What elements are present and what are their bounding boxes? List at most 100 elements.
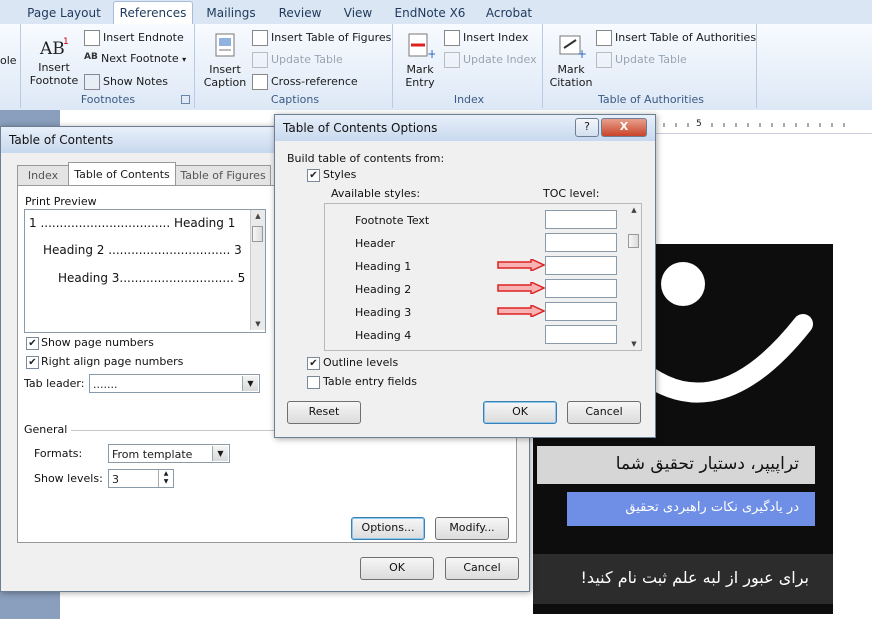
tab-page-layout[interactable]: Page Layout bbox=[22, 4, 106, 24]
chevron-down-icon[interactable]: ▼ bbox=[242, 376, 258, 391]
ribbon-group-cut: ole bbox=[0, 24, 21, 108]
banner-title: تراپیپر، دستیار تحقیق شما bbox=[615, 454, 799, 474]
scroll-thumb[interactable] bbox=[252, 226, 263, 242]
cross-reference-label: Cross-reference bbox=[271, 75, 358, 88]
tab-index[interactable]: Index bbox=[17, 165, 69, 186]
tab-review[interactable]: Review bbox=[273, 4, 327, 24]
insert-table-of-figures-button[interactable]: Insert Table of Figures bbox=[252, 30, 391, 46]
insert-footnote-label: Insert Footnote bbox=[29, 61, 79, 87]
toc-level-input[interactable] bbox=[545, 233, 617, 252]
dropdown-arrow-icon: ▾ bbox=[182, 55, 187, 64]
table-of-authorities-icon bbox=[596, 30, 612, 46]
insert-caption-button[interactable]: Insert Caption bbox=[202, 32, 248, 89]
captions-group-label: Captions bbox=[270, 93, 320, 106]
insert-endnote-button[interactable]: Insert Endnote bbox=[84, 30, 184, 46]
formats-select[interactable]: From template ▼ bbox=[108, 444, 230, 463]
tab-view[interactable]: View bbox=[338, 4, 378, 24]
scroll-down-icon[interactable]: ▼ bbox=[627, 338, 641, 350]
show-levels-spinner[interactable]: 3 ▲ ▼ bbox=[108, 469, 174, 488]
toc-level-input[interactable] bbox=[545, 279, 617, 298]
tab-table-of-figures[interactable]: Table of Figures bbox=[175, 165, 271, 186]
show-notes-button[interactable]: Show Notes bbox=[84, 74, 168, 90]
update-index-label: Update Index bbox=[463, 53, 537, 66]
dialog-launcher-icon[interactable] bbox=[181, 95, 190, 104]
insert-table-of-authorities-button[interactable]: Insert Table of Authorities bbox=[596, 30, 756, 46]
cross-reference-button[interactable]: Cross-reference bbox=[252, 74, 358, 90]
mark-entry-label: Mark Entry bbox=[405, 63, 435, 89]
mark-citation-icon: + bbox=[559, 35, 587, 61]
tab-references[interactable]: References bbox=[113, 1, 193, 25]
ribbon: ole AB 1 Insert Footnote Insert Endnote … bbox=[0, 24, 872, 111]
help-button[interactable]: ? bbox=[575, 118, 599, 137]
tab-mailings[interactable]: Mailings bbox=[200, 4, 262, 24]
styles-checkbox[interactable]: ✔ bbox=[307, 169, 320, 182]
ribbon-group-index: + Mark Entry Insert Index Update Index I… bbox=[396, 24, 543, 108]
banner-subtitle-box: در یادگیری نکات راهبردی تحقیق bbox=[567, 492, 815, 526]
red-arrow-icon bbox=[497, 259, 545, 271]
horizontal-ruler[interactable]: 5 bbox=[652, 117, 872, 134]
toc-level-input[interactable] bbox=[545, 256, 617, 275]
style-name: Header bbox=[355, 237, 396, 250]
show-page-numbers-checkbox[interactable]: ✔ bbox=[26, 337, 39, 350]
toc-ok-button[interactable]: OK bbox=[360, 557, 434, 580]
scroll-up-icon[interactable]: ▲ bbox=[627, 204, 641, 216]
tab-endnote[interactable]: EndNote X6 bbox=[392, 4, 468, 24]
mark-entry-button[interactable]: + Mark Entry bbox=[400, 32, 440, 89]
chevron-down-icon[interactable]: ▼ bbox=[212, 446, 228, 461]
tab-acrobat[interactable]: Acrobat bbox=[480, 4, 538, 24]
authorities-group-label: Table of Authorities bbox=[598, 93, 704, 106]
spinner-arrows-icon[interactable]: ▲ ▼ bbox=[158, 470, 173, 487]
svg-text:1: 1 bbox=[63, 37, 69, 47]
style-name: Footnote Text bbox=[355, 214, 430, 227]
insert-index-button[interactable]: Insert Index bbox=[444, 30, 528, 46]
toc-level-input[interactable] bbox=[545, 325, 617, 344]
update-table-icon bbox=[252, 52, 268, 68]
toc-level-label: TOC level: bbox=[543, 187, 600, 200]
preview-scrollbar[interactable]: ▲ ▼ bbox=[250, 210, 265, 330]
print-preview-box: 1 .................................. Hea… bbox=[24, 209, 266, 333]
next-footnote-button[interactable]: AB Next Footnote ▾ bbox=[84, 52, 186, 66]
banner-cta-box: برای عبور از لبه علم ثبت نام کنید! bbox=[533, 554, 833, 604]
formats-value: From template bbox=[112, 448, 193, 461]
options-cancel-button[interactable]: Cancel bbox=[567, 401, 641, 424]
banner-subtitle: در یادگیری نکات راهبردی تحقیق bbox=[625, 500, 799, 515]
insert-index-icon bbox=[444, 30, 460, 46]
options-button[interactable]: Options... bbox=[351, 517, 425, 540]
ribbon-tab-bar: Page Layout References Mailings Review V… bbox=[0, 0, 872, 25]
tab-leader-select[interactable]: ....... ▼ bbox=[89, 374, 260, 393]
table-entry-fields-checkbox[interactable] bbox=[307, 376, 320, 389]
update-index-button[interactable]: Update Index bbox=[444, 52, 537, 68]
update-index-icon bbox=[444, 52, 460, 68]
insert-caption-label: Insert Caption bbox=[203, 63, 247, 89]
modify-button[interactable]: Modify... bbox=[435, 517, 509, 540]
style-name: Heading 2 bbox=[355, 283, 412, 296]
update-table-figures-button[interactable]: Update Table bbox=[252, 52, 343, 68]
scroll-down-icon[interactable]: ▼ bbox=[251, 318, 265, 330]
outline-levels-checkbox[interactable]: ✔ bbox=[307, 357, 320, 370]
options-ok-button[interactable]: OK bbox=[483, 401, 557, 424]
footnotes-group-label: Footnotes bbox=[80, 93, 136, 106]
tab-table-of-contents[interactable]: Table of Contents bbox=[68, 162, 176, 187]
mark-entry-icon: + bbox=[408, 33, 437, 61]
toc-cancel-button[interactable]: Cancel bbox=[445, 557, 519, 580]
toc-level-input[interactable] bbox=[545, 302, 617, 321]
styles-scrollbar[interactable]: ▲ ▼ bbox=[627, 204, 641, 350]
table-of-figures-icon bbox=[252, 30, 268, 46]
toc-level-input[interactable] bbox=[545, 210, 617, 229]
update-table-authorities-label: Update Table bbox=[615, 53, 687, 66]
close-button[interactable]: X bbox=[601, 118, 647, 137]
mark-citation-label: Mark Citation bbox=[549, 63, 593, 89]
ruler-ticks bbox=[663, 123, 845, 127]
style-name: Heading 1 bbox=[355, 260, 412, 273]
scroll-up-icon[interactable]: ▲ bbox=[251, 210, 265, 222]
update-table-authorities-button[interactable]: Update Table bbox=[596, 52, 687, 68]
right-align-checkbox[interactable]: ✔ bbox=[26, 356, 39, 369]
mark-citation-button[interactable]: + Mark Citation bbox=[548, 32, 594, 89]
print-preview-label: Print Preview bbox=[25, 195, 97, 208]
table-entry-fields-label: Table entry fields bbox=[323, 375, 417, 388]
update-table-figures-label: Update Table bbox=[271, 53, 343, 66]
insert-footnote-button[interactable]: AB 1 Insert Footnote bbox=[26, 34, 82, 87]
reset-button[interactable]: Reset bbox=[287, 401, 361, 424]
toc-options-dialog: Table of Contents Options ? X Build tabl… bbox=[274, 114, 656, 438]
scroll-thumb[interactable] bbox=[628, 234, 639, 248]
